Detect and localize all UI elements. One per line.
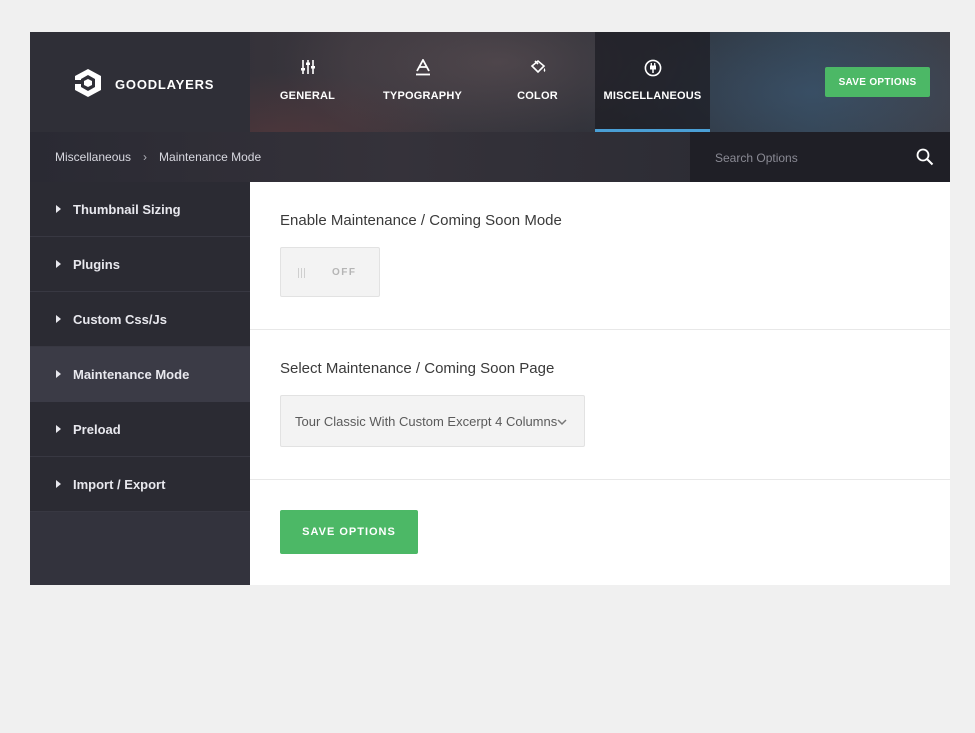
sidebar-item-label: Maintenance Mode	[73, 367, 190, 382]
tab-miscellaneous-label: MISCELLANEOUS	[603, 90, 702, 102]
search-icon[interactable]	[916, 148, 934, 166]
search-input[interactable]	[715, 148, 895, 168]
caret-right-icon	[56, 370, 61, 378]
sidebar-item-custom-css-js[interactable]: Custom Css/Js	[30, 292, 250, 347]
sidebar-item-maintenance-mode[interactable]: Maintenance Mode	[30, 347, 250, 402]
main-content: Enable Maintenance / Coming Soon Mode OF…	[250, 182, 950, 585]
save-options-button[interactable]: SAVE OPTIONS	[280, 510, 418, 554]
tab-typography-label: TYPOGRAPHY	[382, 90, 462, 102]
maintenance-page-select[interactable]: Tour Classic With Custom Excerpt 4 Colum…	[280, 395, 585, 447]
tab-typography[interactable]: TYPOGRAPHY	[365, 32, 480, 132]
options-panel: GOODLAYERS GENERAL TYPOGRAPHY COLOR MISC…	[30, 32, 950, 585]
tab-color-label: COLOR	[517, 90, 558, 102]
sidebar-item-label: Plugins	[73, 257, 120, 272]
maintenance-mode-title: Enable Maintenance / Coming Soon Mode	[280, 212, 562, 229]
caret-right-icon	[56, 260, 61, 268]
toggle-grip-icon	[298, 268, 307, 278]
goodlayers-logo-icon	[74, 69, 101, 97]
caret-right-icon	[56, 205, 61, 213]
sidebar-item-thumbnail-sizing[interactable]: Thumbnail Sizing	[30, 182, 250, 237]
maintenance-mode-toggle[interactable]: OFF	[280, 247, 380, 297]
sidebar-item-plugins[interactable]: Plugins	[30, 237, 250, 292]
maintenance-page-section: Select Maintenance / Coming Soon Page To…	[250, 330, 950, 480]
breadcrumb-bar: Miscellaneous › Maintenance Mode	[30, 132, 950, 182]
brand-name: GOODLAYERS	[115, 77, 215, 92]
toggle-state-label: OFF	[332, 267, 357, 278]
breadcrumb-current: Maintenance Mode	[159, 150, 262, 164]
maintenance-page-title: Select Maintenance / Coming Soon Page	[280, 360, 555, 377]
caret-right-icon	[56, 425, 61, 433]
maintenance-mode-section: Enable Maintenance / Coming Soon Mode OF…	[250, 182, 950, 330]
brand-area: GOODLAYERS	[30, 32, 250, 132]
breadcrumb-parent[interactable]: Miscellaneous	[55, 150, 131, 164]
tab-miscellaneous[interactable]: MISCELLANEOUS	[595, 32, 710, 132]
sidebar-item-import-export[interactable]: Import / Export	[30, 457, 250, 512]
paint-bucket-icon	[530, 59, 545, 74]
sidebar-item-preload[interactable]: Preload	[30, 402, 250, 457]
select-value: Tour Classic With Custom Excerpt 4 Colum…	[295, 414, 558, 429]
sliders-icon	[300, 60, 315, 74]
search-box	[690, 132, 950, 182]
chevron-down-icon	[557, 419, 567, 426]
tab-general-label: GENERAL	[279, 90, 336, 102]
breadcrumb-separator: ›	[143, 150, 148, 164]
sidebar: Thumbnail Sizing Plugins Custom Css/Js M…	[30, 182, 250, 585]
tab-general[interactable]: GENERAL	[250, 32, 365, 132]
top-header: GOODLAYERS GENERAL TYPOGRAPHY COLOR MISC…	[30, 32, 950, 132]
text-a-icon	[415, 59, 430, 76]
tab-color[interactable]: COLOR	[480, 32, 595, 132]
sidebar-item-label: Custom Css/Js	[73, 312, 167, 327]
header-save-options-button[interactable]: SAVE OPTIONS	[825, 67, 930, 97]
caret-right-icon	[56, 315, 61, 323]
breadcrumb: Miscellaneous › Maintenance Mode	[55, 150, 261, 164]
sidebar-item-label: Import / Export	[73, 477, 166, 492]
caret-right-icon	[56, 480, 61, 488]
sidebar-item-label: Preload	[73, 422, 121, 437]
sidebar-item-label: Thumbnail Sizing	[73, 202, 181, 217]
plug-icon	[644, 59, 661, 77]
